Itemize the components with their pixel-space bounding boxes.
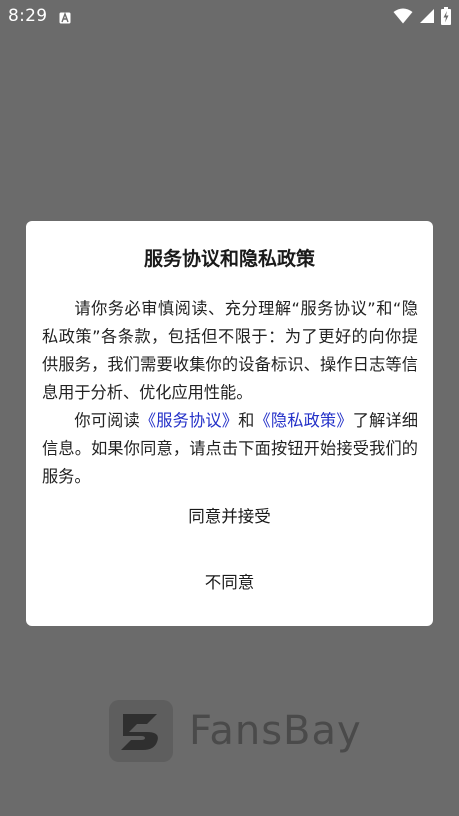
- wifi-icon: [393, 8, 413, 24]
- status-time: 8:29: [8, 6, 48, 26]
- decline-button[interactable]: 不同意: [26, 571, 433, 595]
- dialog-paragraph-1: 请你务必审慎阅读、充分理解“服务协议”和“隐私政策”各条款，包括但不限于：为了更…: [42, 299, 418, 402]
- dialog-title: 服务协议和隐私政策: [143, 248, 315, 270]
- status-bar: 8:29: [0, 0, 459, 32]
- notification-a-icon: [59, 9, 71, 24]
- status-icons: [393, 6, 451, 26]
- accept-button[interactable]: 同意并接受: [26, 505, 433, 529]
- app-name: FansBay: [189, 708, 362, 754]
- privacy-policy-link[interactable]: 《隐私政策》: [254, 411, 352, 430]
- paragraph-2-prefix: 你可阅读: [74, 411, 140, 430]
- signal-icon: [419, 8, 435, 24]
- app-logo: FansBay: [109, 700, 361, 764]
- paragraph-2-middle: 和: [238, 411, 255, 430]
- dialog-paragraph-2: 你可阅读《服务协议》和《隐私政策》了解详细信息。如果你同意，请点击下面按钮开始接…: [42, 407, 418, 491]
- dialog-body: 请你务必审慎阅读、充分理解“服务协议”和“隐私政策”各条款，包括但不限于：为了更…: [42, 295, 418, 491]
- service-agreement-link[interactable]: 《服务协议》: [140, 411, 238, 430]
- fansbay-logo-icon: [109, 700, 173, 762]
- battery-charging-icon: [441, 7, 451, 25]
- privacy-dialog: 服务协议和隐私政策 请你务必审慎阅读、充分理解“服务协议”和“隐私政策”各条款，…: [26, 221, 433, 626]
